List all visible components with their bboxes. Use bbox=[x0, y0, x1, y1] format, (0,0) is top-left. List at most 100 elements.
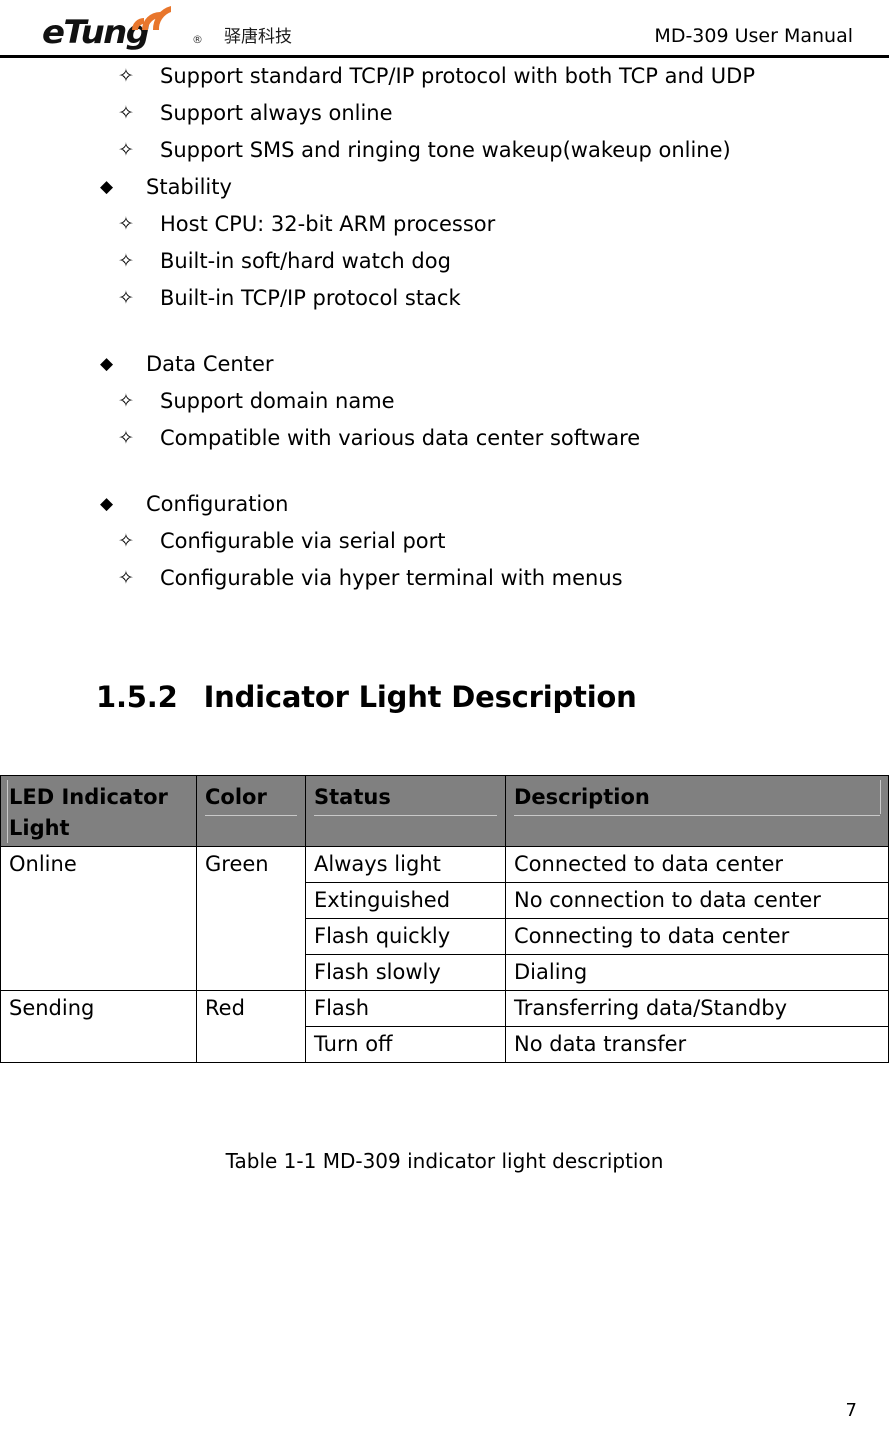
list-item-label: Support SMS and ringing tone wakeup(wake… bbox=[160, 138, 731, 162]
cell-description: Transferring data/Standby bbox=[505, 990, 889, 1027]
list-item-label: Support always online bbox=[160, 101, 393, 125]
feature-group-data-center: ◆ Data Center ✧ Support domain name ✧ Co… bbox=[0, 346, 889, 457]
cell-text: Flash quickly bbox=[314, 924, 451, 948]
hollow-diamond-icon: ✧ bbox=[118, 287, 134, 309]
list-item-label: Host CPU: 32-bit ARM processor bbox=[160, 212, 496, 236]
group-title: ◆ Stability bbox=[100, 169, 889, 206]
list-item: ✧ Support always online bbox=[100, 95, 889, 132]
table-header-row: LED Indicator Light Color Status Descrip… bbox=[0, 775, 889, 847]
cell-description: No connection to data center bbox=[505, 882, 889, 919]
column-header-label: Description bbox=[514, 785, 650, 809]
cell-text: Red bbox=[205, 996, 245, 1020]
cell-indicator: Online bbox=[0, 846, 197, 991]
column-header-color: Color bbox=[196, 775, 306, 847]
field-underline bbox=[314, 815, 497, 816]
cell-text: Flash slowly bbox=[314, 960, 441, 984]
feature-group-stability: ◆ Stability ✧ Host CPU: 32-bit ARM proce… bbox=[0, 169, 889, 317]
hollow-diamond-icon: ✧ bbox=[118, 390, 134, 412]
hollow-diamond-icon: ✧ bbox=[118, 65, 134, 87]
cell-text: No connection to data center bbox=[514, 888, 821, 912]
hollow-diamond-icon: ✧ bbox=[118, 567, 134, 589]
list-item: ✧ Support SMS and ringing tone wakeup(wa… bbox=[100, 132, 889, 169]
section-number: 1.5.2 bbox=[96, 680, 178, 714]
table-row: Sending Red Flash Transferring data/Stan… bbox=[0, 990, 889, 1063]
registered-trademark-icon: ® bbox=[192, 33, 203, 46]
cell-description: No data transfer bbox=[505, 1026, 889, 1063]
hollow-diamond-icon: ✧ bbox=[118, 530, 134, 552]
cell-status: Extinguished bbox=[305, 882, 506, 919]
cell-text: Always light bbox=[314, 852, 441, 876]
cell-status: Flash quickly bbox=[305, 918, 506, 955]
cell-text: Connecting to data center bbox=[514, 924, 790, 948]
group-title: ◆ Configuration bbox=[100, 486, 889, 523]
hollow-diamond-icon: ✧ bbox=[118, 139, 134, 161]
section-heading: 1.5.2 Indicator Light Description bbox=[96, 680, 637, 714]
list-item: ✧ Compatible with various data center so… bbox=[100, 420, 889, 457]
group-item-list: ✧ Configurable via serial port ✧ Configu… bbox=[0, 523, 889, 597]
indicator-light-table: LED Indicator Light Color Status Descrip… bbox=[0, 775, 889, 1063]
filled-diamond-icon: ◆ bbox=[100, 494, 114, 514]
list-item: ✧ Configurable via hyper terminal with m… bbox=[100, 560, 889, 597]
group-title-label: Data Center bbox=[146, 352, 274, 376]
cell-text: Green bbox=[205, 852, 269, 876]
field-underline bbox=[205, 815, 297, 816]
table-row: Online Green Always light Connected to d… bbox=[0, 846, 889, 991]
group-item-list: ✧ Host CPU: 32-bit ARM processor ✧ Built… bbox=[0, 206, 889, 317]
cell-description: Dialing bbox=[505, 954, 889, 991]
list-item-label: Compatible with various data center soft… bbox=[160, 426, 641, 450]
list-item: ✧ Built-in TCP/IP protocol stack bbox=[100, 280, 889, 317]
logo-mark: eTung ® 驿唐科技 bbox=[42, 2, 292, 52]
table-caption: Table 1-1 MD-309 indicator light descrip… bbox=[225, 1149, 664, 1173]
column-header-led-indicator: LED Indicator Light bbox=[0, 775, 197, 847]
cell-status: Flash bbox=[305, 990, 506, 1027]
filled-diamond-icon: ◆ bbox=[100, 354, 114, 374]
group-item-list: ✧ Support domain name ✧ Compatible with … bbox=[0, 383, 889, 457]
list-item: ✧ Support standard TCP/IP protocol with … bbox=[100, 58, 889, 95]
list-item: ✧ Support domain name bbox=[100, 383, 889, 420]
cell-description: Connected to data center bbox=[505, 846, 889, 883]
filled-diamond-icon: ◆ bbox=[100, 177, 114, 197]
cell-status: Always light bbox=[305, 846, 506, 883]
cell-text: Turn off bbox=[314, 1032, 393, 1056]
group-title-label: Configuration bbox=[146, 492, 289, 516]
hollow-diamond-icon: ✧ bbox=[118, 102, 134, 124]
manual-title: MD-309 User Manual bbox=[654, 25, 853, 47]
list-item-label: Built-in TCP/IP protocol stack bbox=[160, 286, 461, 310]
cell-color: Red bbox=[196, 990, 306, 1063]
hollow-diamond-icon: ✧ bbox=[118, 213, 134, 235]
cell-text: Dialing bbox=[514, 960, 588, 984]
column-header-label: LED Indicator Light bbox=[9, 785, 168, 840]
feature-group-configuration: ◆ Configuration ✧ Configurable via seria… bbox=[0, 486, 889, 597]
list-item-label: Support standard TCP/IP protocol with bo… bbox=[160, 64, 755, 88]
hollow-diamond-icon: ✧ bbox=[118, 427, 134, 449]
column-header-status: Status bbox=[305, 775, 506, 847]
cell-text: No data transfer bbox=[514, 1032, 687, 1056]
group-title-label: Stability bbox=[146, 175, 232, 199]
column-header-description: Description bbox=[505, 775, 889, 847]
cell-text: Sending bbox=[9, 996, 95, 1020]
page-number: 7 bbox=[845, 1400, 857, 1421]
signal-waves-icon bbox=[132, 6, 171, 30]
cell-description: Connecting to data center bbox=[505, 918, 889, 955]
section-title: Indicator Light Description bbox=[203, 680, 637, 714]
cell-status: Turn off bbox=[305, 1026, 506, 1063]
cell-text: Online bbox=[9, 852, 77, 876]
company-logo: eTung ® 驿唐科技 bbox=[42, 2, 292, 52]
top-feature-list: ✧ Support standard TCP/IP protocol with … bbox=[0, 58, 889, 169]
group-title: ◆ Data Center bbox=[100, 346, 889, 383]
page-header: eTung ® 驿唐科技 MD-309 User Manual bbox=[0, 0, 889, 58]
cell-status: Flash slowly bbox=[305, 954, 506, 991]
page-content: ✧ Support standard TCP/IP protocol with … bbox=[0, 58, 889, 1173]
list-item: ✧ Built-in soft/hard watch dog bbox=[100, 243, 889, 280]
list-item-label: Support domain name bbox=[160, 389, 395, 413]
cell-color: Green bbox=[196, 846, 306, 991]
cell-text: Connected to data center bbox=[514, 852, 784, 876]
list-item: ✧ Configurable via serial port bbox=[100, 523, 889, 560]
cell-indicator: Sending bbox=[0, 990, 197, 1063]
list-item-label: Built-in soft/hard watch dog bbox=[160, 249, 451, 273]
cell-text: Transferring data/Standby bbox=[514, 996, 788, 1020]
cell-text: Extinguished bbox=[314, 888, 451, 912]
column-header-label: Status bbox=[314, 785, 391, 809]
hollow-diamond-icon: ✧ bbox=[118, 250, 134, 272]
list-item: ✧ Host CPU: 32-bit ARM processor bbox=[100, 206, 889, 243]
